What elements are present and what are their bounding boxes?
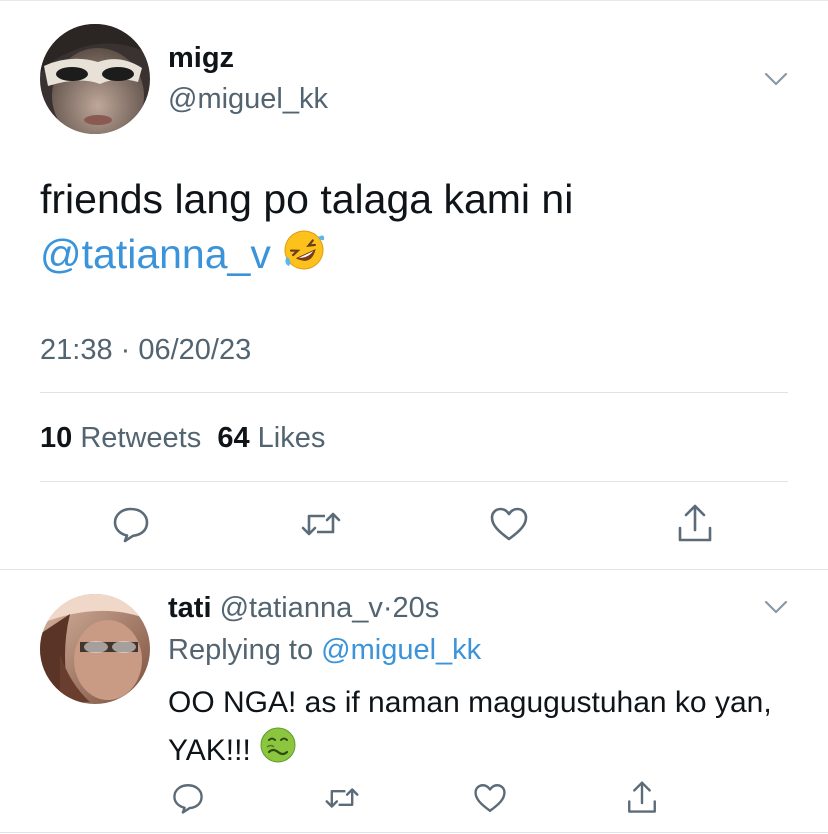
heart-icon bbox=[490, 507, 528, 541]
share-icon bbox=[628, 781, 656, 813]
reply-like-button[interactable] bbox=[468, 778, 512, 818]
reply-share-button[interactable] bbox=[620, 776, 664, 820]
reply-separator: · bbox=[382, 592, 393, 624]
tweet-text: friends lang po talaga kami ni @tatianna… bbox=[40, 172, 800, 286]
reply-reply-button[interactable] bbox=[166, 778, 210, 818]
reply-display-name[interactable]: tati bbox=[168, 592, 212, 624]
likes-count[interactable]: 64 bbox=[217, 422, 249, 454]
chevron-down-icon[interactable] bbox=[764, 72, 788, 86]
reply-handle[interactable]: @tatianna_v bbox=[220, 592, 383, 624]
comment-bubble-icon bbox=[173, 784, 203, 814]
avatar[interactable] bbox=[40, 24, 150, 134]
rolling-on-floor-laughing-icon bbox=[282, 228, 326, 286]
mention-link[interactable]: @tatianna_v bbox=[40, 231, 271, 277]
replying-to-handle[interactable]: @miguel_kk bbox=[321, 634, 481, 666]
top-divider bbox=[0, 0, 828, 1]
tweet-stats: 10 Retweets 64 Likes bbox=[40, 422, 325, 455]
divider bbox=[40, 481, 788, 482]
retweets-count[interactable]: 10 bbox=[40, 422, 72, 454]
reply-button[interactable] bbox=[106, 502, 156, 546]
nauseated-face-icon bbox=[259, 726, 297, 778]
reply-header: tati @tatianna_v·20s bbox=[168, 592, 439, 625]
comment-bubble-icon bbox=[113, 507, 149, 543]
heart-icon bbox=[474, 784, 506, 812]
reply-time[interactable]: 20s bbox=[393, 592, 440, 624]
replying-to-label: Replying to bbox=[168, 634, 314, 666]
chevron-down-icon[interactable] bbox=[764, 600, 788, 614]
reply-tweet-text: OO NGA! as if naman magugustuhan ko yan,… bbox=[168, 680, 788, 778]
retweet-icon bbox=[301, 512, 341, 536]
display-name[interactable]: migz bbox=[168, 42, 234, 75]
share-icon bbox=[678, 504, 712, 542]
reply-retweet-button[interactable] bbox=[320, 778, 364, 818]
share-button[interactable] bbox=[670, 500, 720, 548]
tweet-timestamp[interactable]: 21:38 · 06/20/23 bbox=[40, 334, 251, 367]
retweets-label[interactable]: Retweets bbox=[80, 422, 201, 454]
retweet-icon bbox=[325, 788, 359, 808]
tweet-body: friends lang po talaga kami ni bbox=[40, 176, 574, 222]
divider bbox=[40, 392, 788, 393]
user-handle[interactable]: @miguel_kk bbox=[168, 83, 328, 116]
retweet-button[interactable] bbox=[296, 502, 346, 546]
section-divider bbox=[0, 569, 828, 570]
bottom-divider bbox=[0, 832, 828, 833]
like-button[interactable] bbox=[484, 502, 534, 546]
likes-label[interactable]: Likes bbox=[258, 422, 326, 454]
replying-to: Replying to @miguel_kk bbox=[168, 634, 481, 667]
reply-avatar[interactable] bbox=[40, 594, 150, 704]
